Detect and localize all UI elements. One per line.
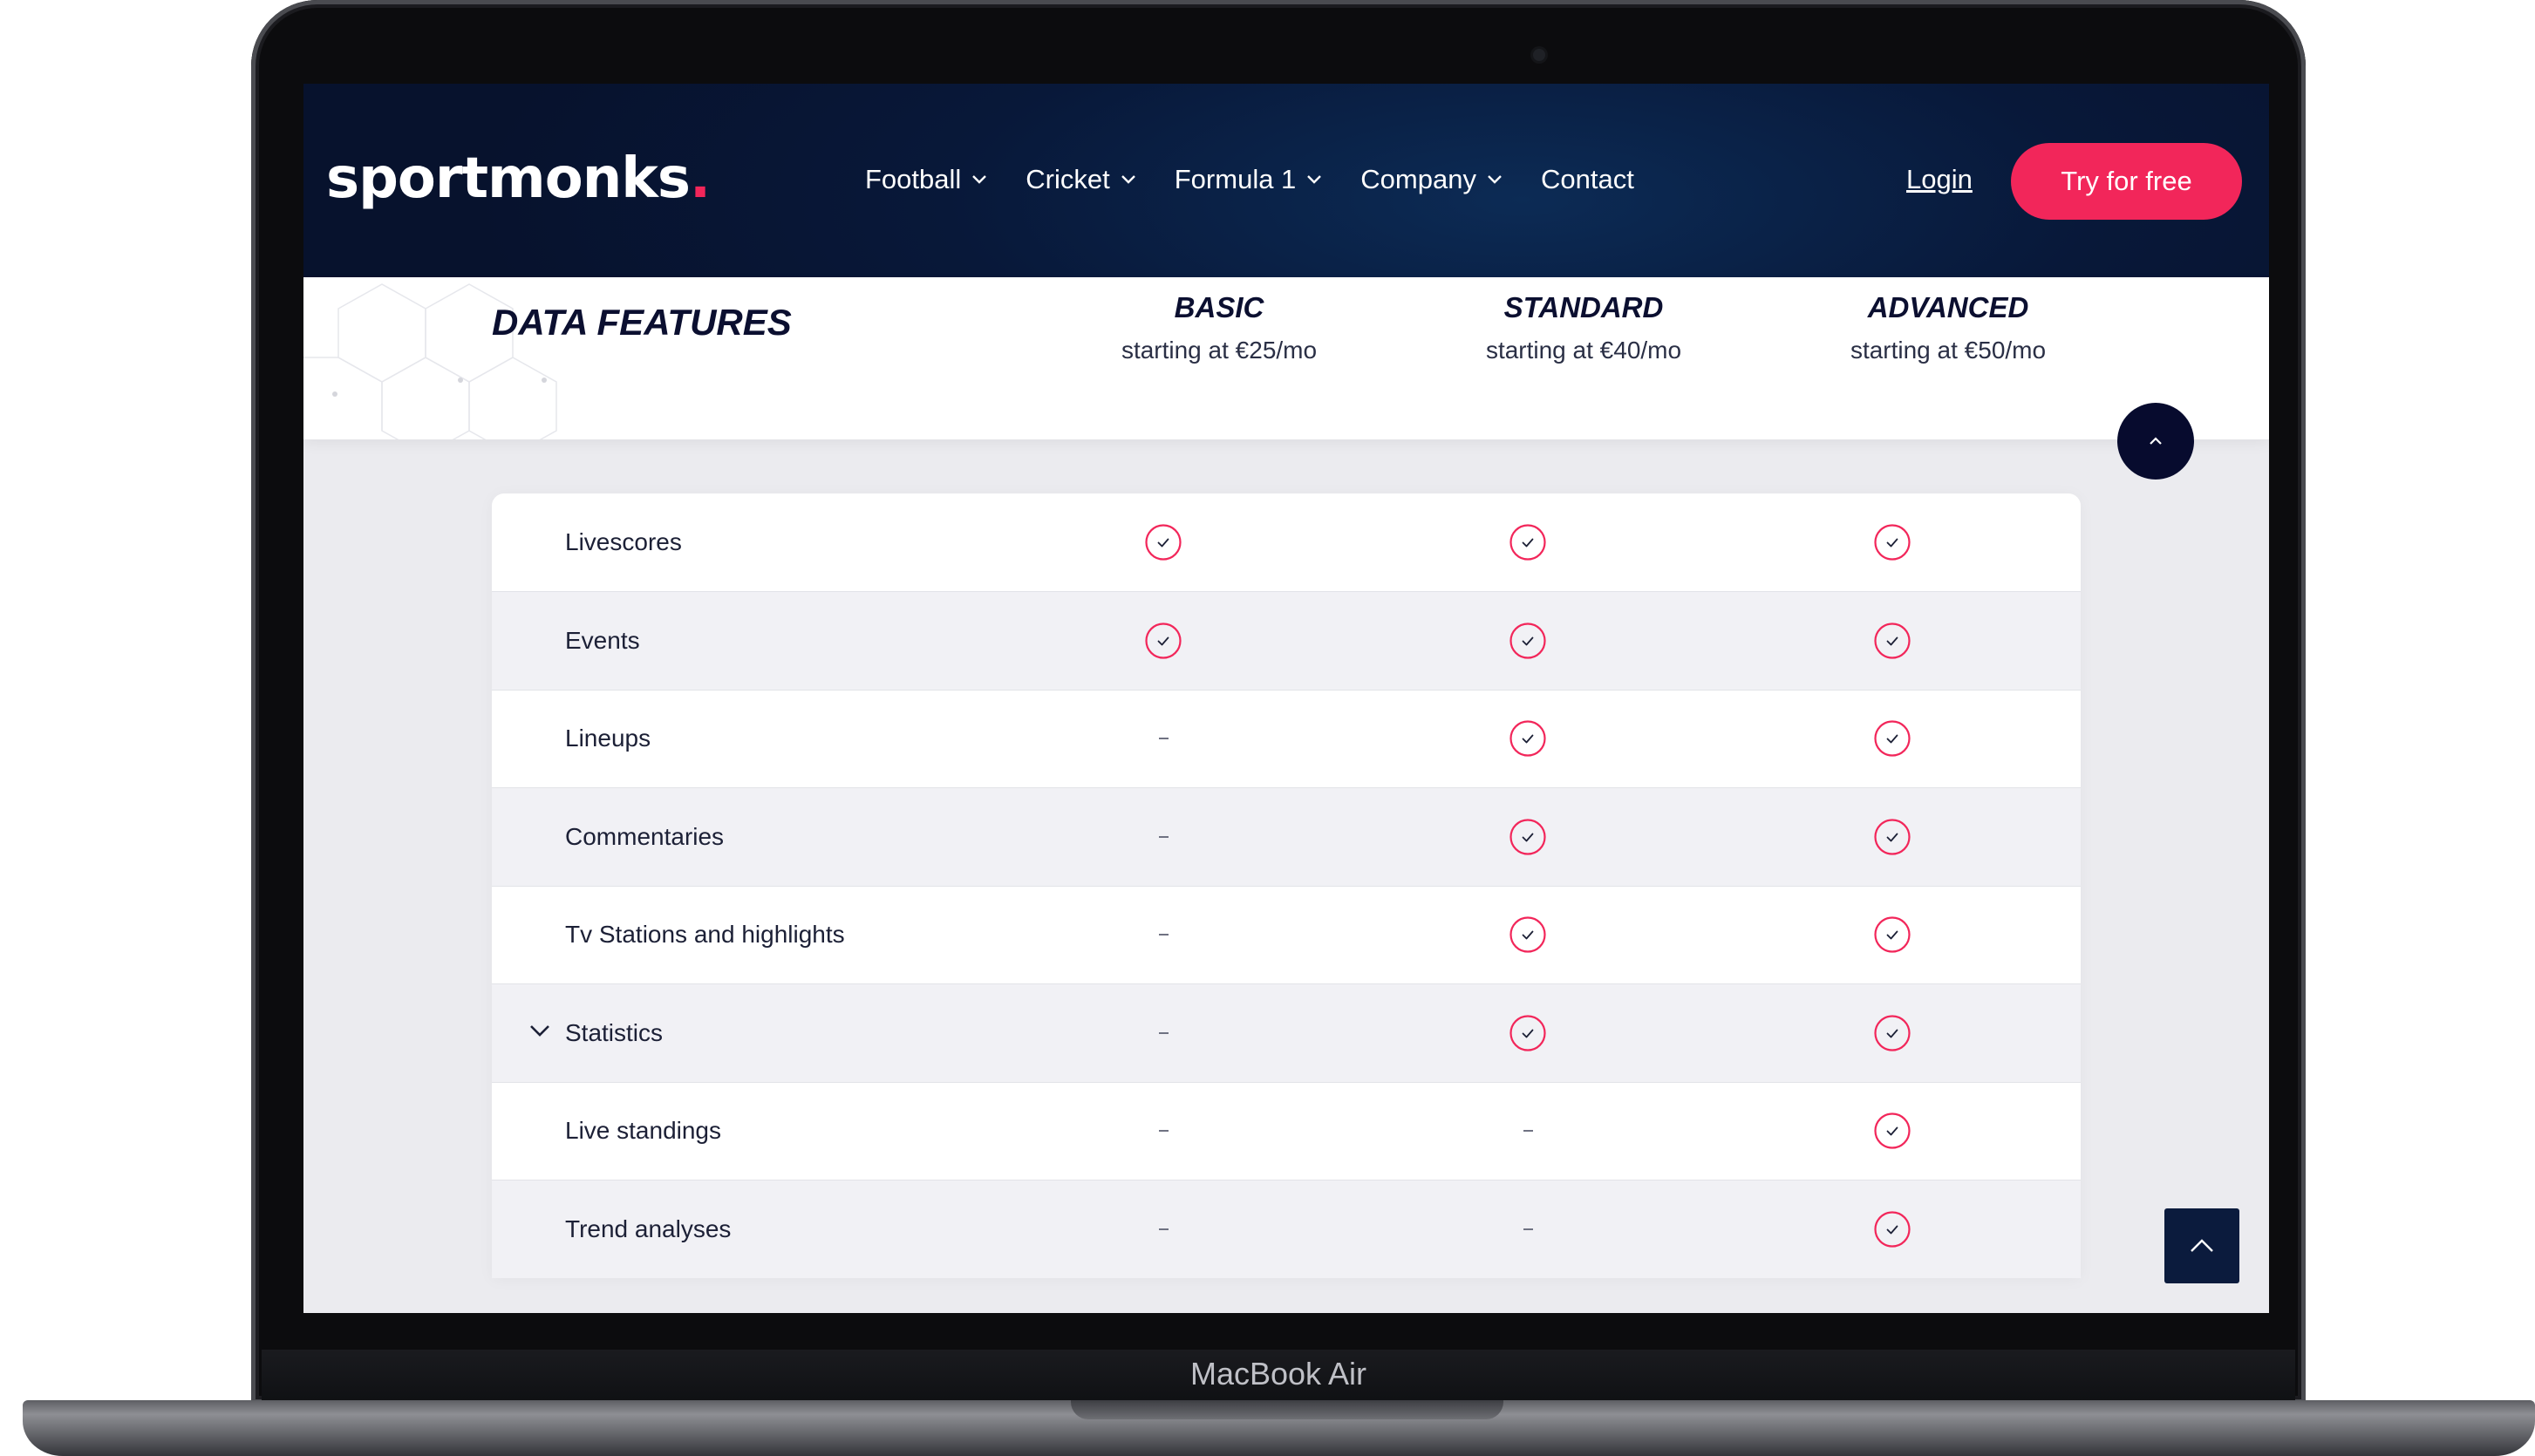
check-circle-icon [1866,493,1918,591]
back-to-top-button[interactable] [2164,1208,2239,1283]
check-circle-icon [1502,984,1554,1082]
laptop-base-notch [1071,1400,1503,1419]
plan-price: starting at €25/mo [1121,337,1318,364]
feature-row: Livescores [492,493,2081,592]
camera-icon [1533,49,1545,61]
feature-label: Lineups [565,725,651,752]
check-circle-icon [1502,788,1554,886]
feature-row: Trend analyses [492,1180,2081,1278]
plan-name: ADVANCED [1867,291,2029,323]
nav-item-label: Company [1360,164,1476,194]
check-circle-icon [1502,592,1554,690]
feature-row: Live standings [492,1082,2081,1180]
dash-icon [1137,886,1189,983]
check-circle-icon [1866,788,1918,886]
check-circle-icon [1866,1180,1918,1278]
navbar: sportmonks. Football Cricket Formula 1 C… [303,84,2269,277]
feature-label: Trend analyses [565,1214,732,1242]
check-circle-icon [1137,592,1189,690]
nav-item-cricket[interactable]: Cricket [1026,164,1135,195]
nav-item-label: Cricket [1026,164,1110,194]
device-label: MacBook Air [1189,1356,1367,1391]
try-for-free-button[interactable]: Try for free [2011,143,2242,220]
chevron-down-icon [1121,175,1135,184]
chevron-up-icon [2150,437,2162,445]
chevron-down-icon[interactable] [528,1023,551,1038]
nav-item-contact[interactable]: Contact [1541,164,1634,195]
login-link[interactable]: Login [1906,164,1973,195]
chevron-down-icon [1488,175,1502,184]
check-circle-icon [1502,886,1554,983]
feature-label: Livescores [565,528,682,555]
screen: sportmonks. Football Cricket Formula 1 C… [303,84,2269,1313]
nav-menu: Football Cricket Formula 1 Company Conta… [865,164,1673,195]
feature-row[interactable]: Statistics [492,983,2081,1083]
plan-advanced: ADVANCED starting at €50/mo [1765,291,2131,364]
dash-icon [1502,1180,1554,1278]
feature-row: Events [492,591,2081,691]
feature-label: Tv Stations and highlights [565,921,845,948]
feature-label: Statistics [565,1018,664,1046]
chevron-down-icon [972,175,987,184]
plan-basic: BASIC starting at €25/mo [1036,291,1402,364]
nav-item-formula-1[interactable]: Formula 1 [1175,164,1323,195]
dash-icon [1502,1082,1554,1180]
logo[interactable]: sportmonks. [326,146,711,211]
dash-icon [1137,1082,1189,1180]
plan-price: starting at €40/mo [1485,337,1682,364]
nav-item-label: Football [865,164,962,194]
dash-icon [1137,788,1189,886]
check-circle-icon [1502,493,1554,591]
feature-label: Live standings [565,1117,722,1144]
check-circle-icon [1502,690,1554,787]
collapse-header-button[interactable] [2117,403,2194,480]
check-circle-icon [1866,592,1918,690]
nav-item-football[interactable]: Football [865,164,987,195]
dash-icon [1137,984,1189,1082]
check-circle-icon [1866,690,1918,787]
dash-icon [1137,1180,1189,1278]
pricing-header: DATA FEATURES BASIC starting at €25/mo S… [303,277,2269,439]
plan-standard: STANDARD starting at €40/mo [1400,291,1767,364]
check-circle-icon [1866,1082,1918,1180]
check-circle-icon [1866,886,1918,983]
chevron-up-icon [2191,1239,2213,1252]
logo-text: sportmonks [326,146,691,211]
chevron-down-icon [1307,175,1322,184]
plan-name: STANDARD [1503,291,1664,323]
feature-table: Livescores Events Lineups Commentaries Tv St… [492,493,2081,1278]
nav-item-label: Formula 1 [1174,164,1297,194]
check-circle-icon [1866,984,1918,1082]
feature-row: Lineups [492,690,2081,788]
logo-dot: . [689,146,711,211]
nav-item-label: Contact [1540,164,1634,194]
feature-label: Events [565,626,640,654]
plan-price: starting at €50/mo [1850,337,2047,364]
nav-item-company[interactable]: Company [1360,164,1503,195]
feature-row: Tv Stations and highlights [492,886,2081,984]
plan-name: BASIC [1174,291,1264,323]
data-features-title: DATA FEATURES [492,302,792,343]
feature-label: Commentaries [565,822,725,850]
check-circle-icon [1137,493,1189,591]
feature-row: Commentaries [492,787,2081,887]
dash-icon [1137,690,1189,787]
